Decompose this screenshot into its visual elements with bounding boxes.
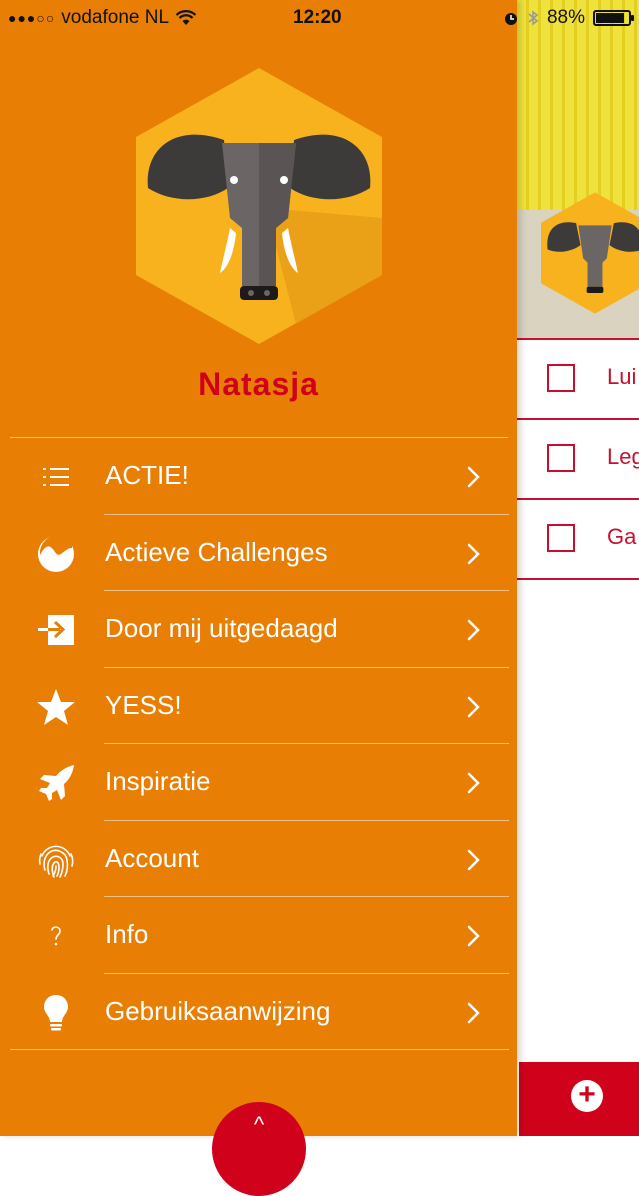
- menu-item-label: Door mij uitgedaagd: [105, 613, 338, 643]
- chevron-right-icon: [467, 466, 480, 488]
- signal-strength-icon: ●●●○○: [8, 10, 56, 26]
- arrow-into-box-icon: [36, 610, 76, 650]
- menu-item-label: Info: [105, 919, 149, 949]
- lightbulb-icon: [36, 993, 76, 1033]
- menu-item-gebruiksaanwijzing[interactable]: Gebruiksaanwijzing: [0, 974, 517, 1050]
- up-arrow-icon: ^: [253, 1112, 265, 1137]
- status-right: 88%: [503, 7, 634, 29]
- bluetooth-icon: [528, 10, 539, 26]
- challenge-row[interactable]: Lui: [517, 340, 639, 420]
- chevron-right-icon: [467, 696, 480, 717]
- menu-item-door-mij-uitgedaagd[interactable]: Door mij uitgedaagd: [0, 591, 517, 668]
- menu-item-info[interactable]: Info: [0, 897, 517, 974]
- chevron-right-icon: [467, 543, 480, 564]
- elephant-avatar[interactable]: [136, 68, 382, 344]
- drawer-menu: ACTIE! Actieve Challenges Door mij uitge…: [0, 438, 517, 1050]
- menu-item-label: Actieve Challenges: [105, 536, 328, 567]
- floating-action-button[interactable]: ^: [212, 1102, 306, 1196]
- challenge-row[interactable]: Leg: [517, 420, 639, 500]
- checkbox[interactable]: [547, 444, 575, 472]
- challenge-label: Lui: [607, 364, 637, 389]
- menu-item-label: ACTIE!: [105, 460, 189, 490]
- battery-level: [596, 13, 624, 23]
- menu-item-label: Gebruiksaanwijzing: [105, 995, 331, 1026]
- status-bar: ●●●○○ vodafone NL 12:20 88%: [0, 0, 639, 38]
- question-icon: [36, 916, 76, 956]
- menu-item-label: Account: [105, 842, 199, 873]
- wifi-icon: [175, 10, 197, 25]
- menu-item-actieve-challenges[interactable]: Actieve Challenges: [0, 515, 517, 591]
- list-icon: [36, 457, 76, 497]
- add-bar[interactable]: +: [519, 1062, 639, 1136]
- divider: [10, 1049, 509, 1050]
- menu-item-inspiratie[interactable]: Inspiratie: [0, 744, 517, 821]
- jet-icon: [36, 763, 76, 803]
- star-icon: [36, 687, 76, 727]
- menu-item-yess[interactable]: YESS!: [0, 668, 517, 744]
- battery-percent: 88%: [546, 7, 585, 28]
- battery-icon: [593, 10, 634, 26]
- menu-item-label: Inspiratie: [105, 766, 211, 796]
- chevron-right-icon: [467, 772, 480, 794]
- chevron-right-icon: [467, 1002, 480, 1023]
- carrier-name: vodafone NL: [61, 7, 170, 28]
- chevron-right-icon: [467, 619, 480, 641]
- plus-icon[interactable]: +: [571, 1080, 603, 1112]
- wave-circle-icon: [36, 534, 76, 574]
- chevron-right-icon: [467, 925, 480, 947]
- menu-item-label: YESS!: [105, 689, 182, 720]
- chevron-right-icon: [467, 849, 480, 870]
- username: Natasja: [198, 366, 319, 402]
- checkbox[interactable]: [547, 364, 575, 392]
- challenge-row[interactable]: Ga: [517, 500, 639, 580]
- elephant-avatar-small: [541, 192, 639, 314]
- side-drawer: Natasja ACTIE! Actieve Challenges Door m…: [0, 0, 517, 1196]
- menu-item-actie[interactable]: ACTIE!: [0, 438, 517, 515]
- challenge-label: Leg: [607, 444, 639, 469]
- fingerprint-icon: [36, 840, 76, 880]
- background-screen[interactable]: Lui Leg Ga +: [517, 0, 639, 1136]
- alarm-icon: [504, 13, 517, 25]
- menu-item-account[interactable]: Account: [0, 821, 517, 897]
- clock: 12:20: [293, 7, 342, 28]
- checkbox[interactable]: [547, 524, 575, 552]
- challenge-label: Ga: [607, 524, 637, 549]
- carrier-info: ●●●○○ vodafone NL: [8, 7, 197, 29]
